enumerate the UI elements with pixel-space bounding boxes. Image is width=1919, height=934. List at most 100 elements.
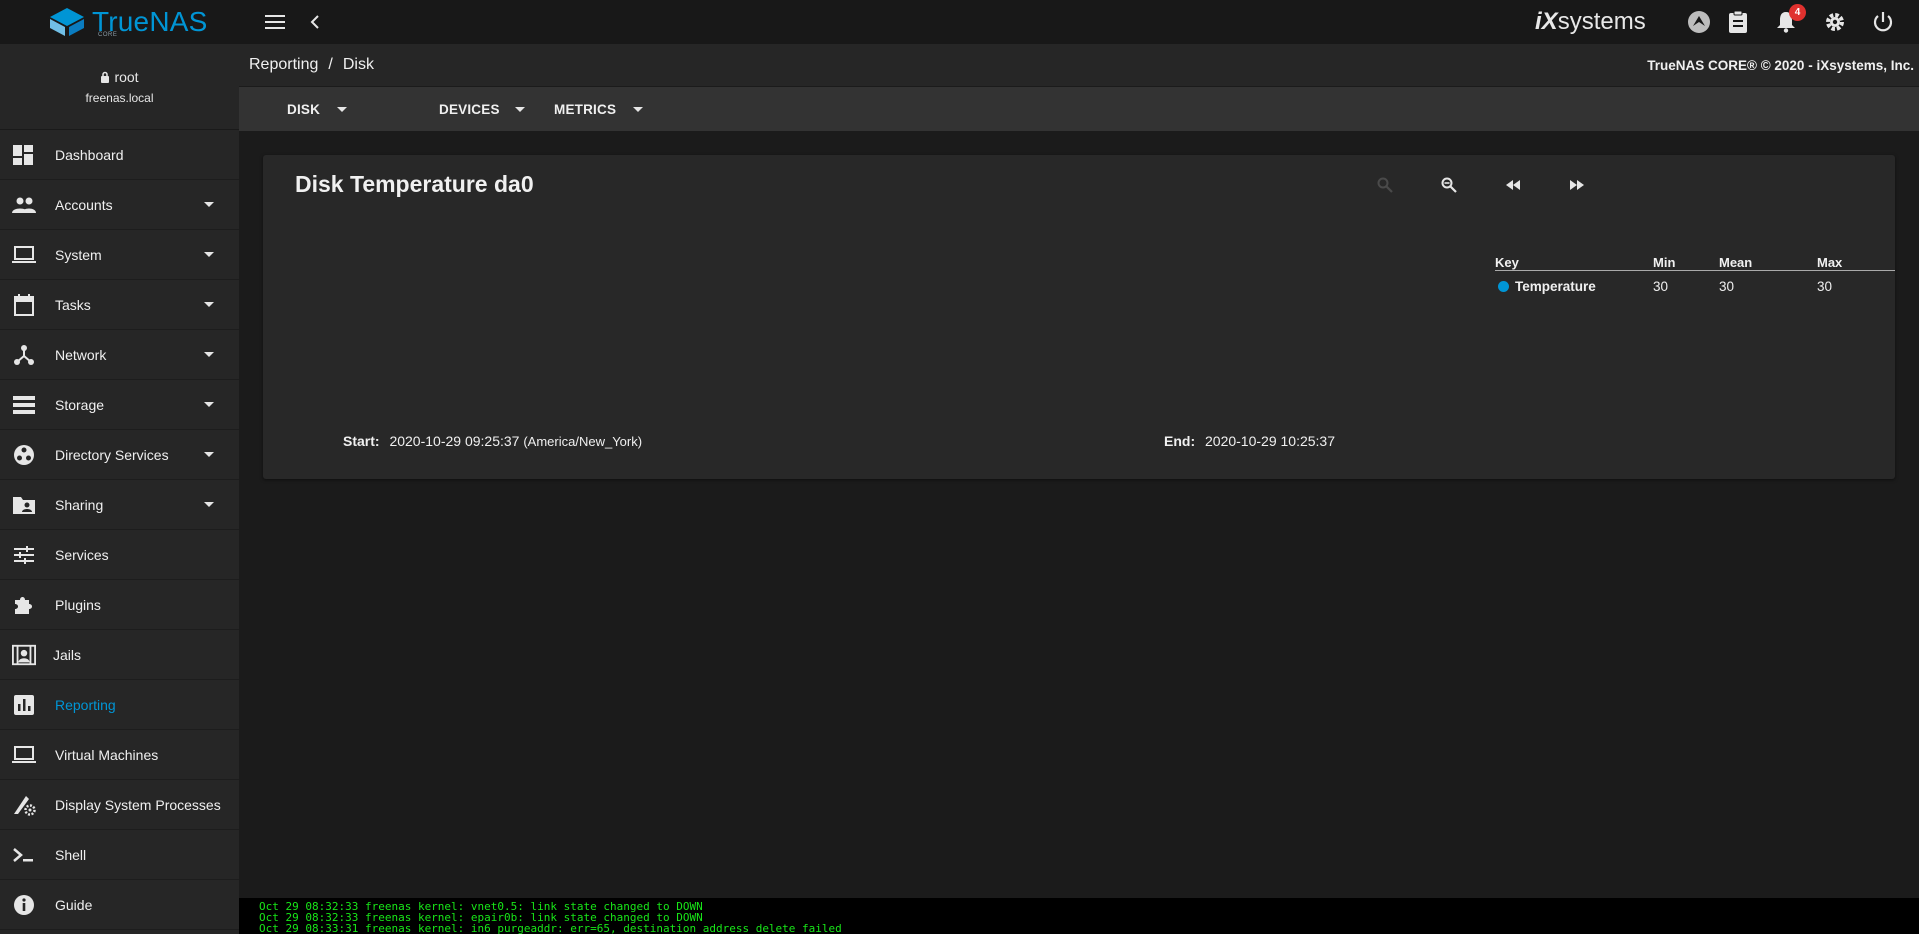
sidebar-item-plugins[interactable]: Plugins: [0, 580, 239, 630]
legend-mean-value: 30: [1719, 279, 1735, 294]
tasks-button[interactable]: [1724, 8, 1752, 36]
metrics-dropdown[interactable]: METRICS: [554, 87, 654, 131]
chart-legend: Key Min Mean Max Temperature 30 30 30: [1495, 253, 1895, 299]
storage-icon: [12, 393, 36, 417]
network-icon: [12, 343, 36, 367]
sidebar-item-dashboard[interactable]: Dashboard: [0, 130, 239, 180]
disk-temperature-card: Disk Temperature da0 Key Min Mean Max Te…: [263, 155, 1895, 479]
legend-header-mean: Mean: [1719, 255, 1753, 270]
breadcrumb: Reporting / Disk: [249, 56, 374, 74]
start-label: Start:: [343, 433, 380, 449]
zoom-out-icon: [1441, 177, 1457, 193]
sidebar-item-jails[interactable]: Jails: [0, 630, 239, 680]
folder-shared-icon: [12, 493, 36, 517]
copyright-text: TrueNAS CORE® © 2020 - iXsystems, Inc.: [1647, 57, 1914, 73]
caret-down-icon: [204, 202, 214, 207]
breadcrumb-separator: /: [328, 56, 333, 73]
sidebar-item-label: Shell: [55, 846, 87, 863]
zoom-in-button[interactable]: [1373, 173, 1397, 197]
truecommand-button[interactable]: [1685, 8, 1713, 36]
sidebar-item-display-system-processes[interactable]: Display System Processes: [0, 780, 239, 830]
sidebar-item-label: Services: [55, 546, 109, 563]
caret-down-icon: [204, 302, 214, 307]
zoom-out-button[interactable]: [1437, 173, 1461, 197]
tune-icon: [12, 543, 36, 567]
end-value: 2020-10-29 10:25:37: [1205, 433, 1335, 449]
devices-dropdown[interactable]: DEVICES: [439, 87, 539, 131]
sidebar-item-virtual-machines[interactable]: Virtual Machines: [0, 730, 239, 780]
sidebar-item-sharing[interactable]: Sharing: [0, 480, 239, 530]
series-color-dot: [1498, 281, 1509, 292]
username: root: [114, 68, 139, 85]
ixsystems-logo[interactable]: iX systems: [1535, 8, 1646, 36]
ixsystems-logo-text: systems: [1557, 8, 1646, 35]
laptop-icon: [12, 243, 36, 267]
sidebar-item-accounts[interactable]: Accounts: [0, 180, 239, 230]
step-back-button[interactable]: [1501, 173, 1525, 197]
card-title: Disk Temperature da0: [295, 171, 534, 197]
start-value: 2020-10-29 09:25:37: [389, 433, 520, 449]
sidebar-item-services[interactable]: Services: [0, 530, 239, 580]
calendar-icon: [12, 293, 36, 317]
lock-icon: [101, 71, 110, 83]
console-line: Oct 29 08:33:31 freenas kernel: in6_purg…: [259, 922, 842, 934]
metrics-dropdown-label: METRICS: [554, 101, 617, 117]
legend-header-max: Max: [1817, 255, 1843, 270]
directory-icon: [12, 443, 36, 467]
sidebar-item-system[interactable]: System: [0, 230, 239, 280]
gear-icon: [1826, 13, 1844, 31]
info-icon: [12, 893, 36, 917]
truenas-logo-icon: [50, 8, 84, 36]
legend-max-value: 30: [1817, 279, 1833, 294]
legend-min-value: 30: [1653, 279, 1669, 294]
caret-down-icon: [204, 402, 214, 407]
caret-down-icon: [204, 452, 214, 457]
sidebar-item-storage[interactable]: Storage: [0, 380, 239, 430]
legend-series-name: Temperature: [1515, 279, 1596, 294]
truecommand-icon: [1688, 11, 1710, 33]
menu-toggle-button[interactable]: [261, 8, 289, 36]
legend-row[interactable]: Temperature 30 30 30: [1495, 271, 1895, 299]
sidebar-item-label: Sharing: [55, 496, 104, 513]
settings-button[interactable]: [1821, 8, 1849, 36]
power-button[interactable]: [1869, 8, 1897, 36]
sidebar: root freenas.local Dashboard Accounts Sy…: [0, 44, 239, 934]
jail-icon: [12, 643, 36, 667]
time-range-end: End: 2020-10-29 10:25:37: [1164, 433, 1335, 449]
collapse-sidebar-button[interactable]: [301, 8, 329, 36]
sidebar-item-label: Guide: [55, 896, 93, 913]
sidebar-item-label: Plugins: [55, 596, 101, 613]
puzzle-icon: [12, 593, 36, 617]
caret-down-icon: [337, 107, 347, 112]
reporting-toolbar: DISK DEVICES METRICS: [239, 87, 1919, 131]
notifications-button[interactable]: 4: [1772, 4, 1806, 36]
sidebar-item-label: Jails: [53, 646, 82, 663]
legend-header: Key Min Mean Max: [1495, 253, 1895, 271]
legend-header-min: Min: [1653, 255, 1676, 270]
devices-dropdown-label: DEVICES: [439, 101, 500, 117]
sidebar-item-reporting[interactable]: Reporting: [0, 680, 239, 730]
sidebar-item-guide[interactable]: Guide: [0, 880, 239, 930]
caret-down-icon: [204, 352, 214, 357]
caret-down-icon: [204, 502, 214, 507]
disk-dropdown-label: DISK: [287, 101, 321, 117]
step-forward-button[interactable]: [1565, 173, 1589, 197]
truenas-logo[interactable]: TrueNAS: [48, 0, 208, 44]
user-info: root freenas.local: [0, 44, 239, 130]
sidebar-item-label: Virtual Machines: [55, 746, 159, 763]
sidebar-item-label: Storage: [55, 396, 105, 413]
sidebar-item-directory-services[interactable]: Directory Services: [0, 430, 239, 480]
chevron-left-icon: [310, 15, 319, 29]
hostname: freenas.local: [85, 90, 154, 105]
caret-down-icon: [633, 107, 643, 112]
breadcrumb-reporting[interactable]: Reporting: [249, 56, 318, 74]
sidebar-item-shell[interactable]: Shell: [0, 830, 239, 880]
start-timezone: (America/New_York): [523, 434, 643, 449]
sidebar-item-network[interactable]: Network: [0, 330, 239, 380]
breadcrumb-bar: Reporting / Disk TrueNAS CORE® © 2020 - …: [239, 44, 1919, 86]
disk-dropdown[interactable]: DISK: [287, 87, 367, 131]
sidebar-item-tasks[interactable]: Tasks: [0, 280, 239, 330]
sidebar-item-label: Reporting: [55, 696, 116, 713]
console-messages[interactable]: Oct 29 08:32:33 freenas kernel: vnet0.5:…: [239, 898, 1919, 934]
sidebar-item-label: Accounts: [55, 196, 113, 213]
